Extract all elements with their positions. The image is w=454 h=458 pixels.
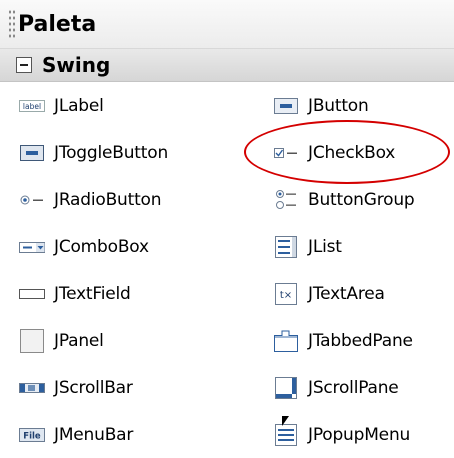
- palette-item-jtextfield[interactable]: JTextField: [18, 270, 131, 317]
- palette-item-jpopupmenu[interactable]: JPopupMenu: [272, 411, 410, 458]
- palette-item-jpanel[interactable]: JPanel: [18, 317, 104, 364]
- category-swing[interactable]: Swing: [0, 49, 454, 82]
- palette-item-jcombobox[interactable]: JComboBox: [18, 223, 149, 270]
- svg-text:label: label: [23, 102, 41, 111]
- svg-text:t×: t×: [280, 290, 292, 301]
- jlist-icon: [272, 235, 300, 258]
- item-label: JScrollBar: [54, 377, 133, 398]
- jtogglebutton-icon: [18, 142, 46, 164]
- item-label: JTextField: [54, 283, 131, 304]
- collapse-icon[interactable]: [16, 57, 32, 73]
- item-label: JScrollPane: [308, 377, 399, 398]
- jscrollpane-icon: [272, 376, 300, 399]
- item-label: JPanel: [54, 330, 104, 351]
- jpanel-icon: [18, 328, 46, 353]
- palette-title: Paleta: [18, 11, 97, 37]
- palette-item-jlist[interactable]: JList: [272, 223, 342, 270]
- palette-header: Paleta: [0, 0, 454, 49]
- jtabbedpane-icon: [272, 330, 300, 352]
- palette-item-jtextarea[interactable]: t× JTextArea: [272, 270, 385, 317]
- buttongroup-icon: [272, 189, 300, 211]
- drag-grip-icon[interactable]: [8, 9, 16, 39]
- jlabel-icon: label: [18, 95, 46, 117]
- mouse-cursor-icon: [282, 416, 289, 426]
- highlight-ellipse: [244, 120, 450, 184]
- item-label: JPopupMenu: [308, 424, 411, 445]
- item-label: JComboBox: [54, 236, 149, 257]
- item-label: JMenuBar: [54, 424, 134, 445]
- item-label: JTextArea: [308, 283, 385, 304]
- item-label: JLabel: [54, 95, 104, 116]
- jbutton-icon: [272, 95, 300, 117]
- item-label: JList: [308, 236, 342, 257]
- jscrollbar-icon: [18, 377, 46, 399]
- item-label: ButtonGroup: [308, 189, 415, 210]
- jtextarea-icon: t×: [272, 282, 300, 305]
- item-label: JToggleButton: [54, 142, 169, 163]
- palette-item-jscrollbar[interactable]: JScrollBar: [18, 364, 133, 411]
- jpopupmenu-icon: [272, 423, 300, 446]
- jtextfield-icon: [18, 283, 46, 305]
- palette-item-jradiobutton[interactable]: JRadioButton: [18, 176, 162, 223]
- svg-text:File: File: [23, 431, 41, 441]
- palette-item-jscrollpane[interactable]: JScrollPane: [272, 364, 399, 411]
- palette-item-jmenubar[interactable]: File JMenuBar: [18, 411, 133, 458]
- category-label: Swing: [42, 53, 111, 77]
- palette-item-jtabbedpane[interactable]: JTabbedPane: [272, 317, 413, 364]
- palette-item-jlabel[interactable]: label JLabel: [18, 82, 104, 129]
- jradiobutton-icon: [18, 189, 46, 211]
- item-label: JButton: [308, 95, 369, 116]
- item-label: JRadioButton: [54, 189, 162, 210]
- item-label: JTabbedPane: [308, 330, 413, 351]
- jcombobox-icon: [18, 236, 46, 258]
- jmenubar-icon: File: [18, 424, 46, 446]
- palette-item-jtogglebutton[interactable]: JToggleButton: [18, 129, 168, 176]
